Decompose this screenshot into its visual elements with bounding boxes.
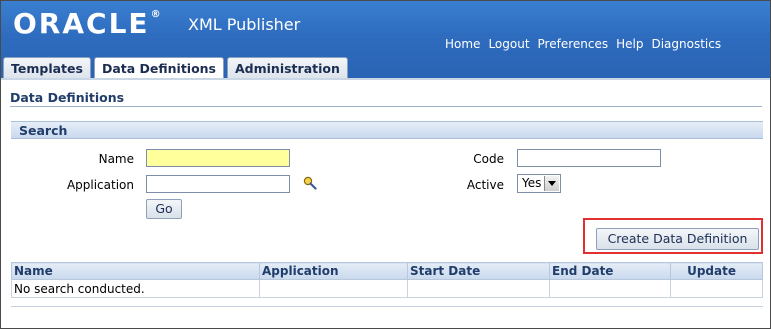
table-cell: [259, 279, 408, 298]
page-title: Data Definitions: [10, 90, 125, 105]
create-data-definition-button[interactable]: Create Data Definition: [596, 228, 759, 250]
table-cell: [407, 279, 550, 298]
home-link[interactable]: Home: [445, 37, 480, 51]
application-field[interactable]: [146, 175, 290, 193]
logout-link[interactable]: Logout: [488, 37, 529, 51]
oracle-logo: ORACLE®: [13, 7, 162, 40]
column-header-start-date[interactable]: Start Date: [407, 262, 550, 280]
active-label: Active: [466, 178, 504, 192]
code-label: Code: [473, 152, 504, 166]
global-links: Home Logout Preferences Help Diagnostics: [445, 37, 721, 51]
active-select-value: Yes: [522, 176, 542, 190]
tab-underline: [1, 78, 770, 80]
table-header-row: Name Application Start Date End Date Upd…: [11, 262, 763, 280]
active-select[interactable]: Yes: [517, 174, 561, 193]
title-divider: [10, 106, 762, 107]
table-cell: [670, 279, 763, 298]
registered-mark: ®: [150, 9, 163, 20]
column-header-update: Update: [670, 262, 763, 280]
diagnostics-link[interactable]: Diagnostics: [651, 37, 721, 51]
search-header-label: Search: [19, 123, 68, 138]
search-section-header: Search: [11, 121, 763, 139]
tab-templates[interactable]: Templates: [3, 57, 91, 78]
code-field[interactable]: [517, 149, 661, 167]
name-field[interactable]: [146, 149, 290, 167]
column-header-application[interactable]: Application: [259, 262, 408, 280]
column-header-name[interactable]: Name: [11, 262, 260, 280]
go-button[interactable]: Go: [146, 199, 182, 219]
empty-message: No search conducted.: [11, 279, 260, 298]
logo-text: ORACLE: [13, 7, 150, 40]
tab-bar: Templates Data Definitions Administratio…: [3, 57, 348, 80]
tab-data-definitions[interactable]: Data Definitions: [93, 57, 224, 80]
table-row: No search conducted.: [11, 279, 763, 298]
results-table: Name Application Start Date End Date Upd…: [11, 262, 763, 298]
search-flashlight-icon[interactable]: [303, 176, 317, 190]
table-cell: [549, 279, 671, 298]
tab-administration[interactable]: Administration: [227, 57, 348, 78]
column-header-end-date[interactable]: End Date: [549, 262, 671, 280]
table-bottom-rule: [11, 306, 763, 307]
help-link[interactable]: Help: [616, 37, 643, 51]
application-label: Application: [66, 178, 134, 192]
chevron-down-icon[interactable]: [544, 176, 559, 191]
product-name: XML Publisher: [188, 15, 301, 34]
preferences-link[interactable]: Preferences: [538, 37, 609, 51]
name-label: Name: [98, 152, 134, 166]
